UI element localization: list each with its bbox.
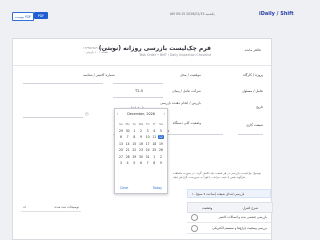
page-title: فرم چک‌لیست بازرسی روزانه (نوبتی) — [98, 45, 211, 52]
calendar-day[interactable]: 29 — [118, 129, 124, 133]
weekday-label: We — [138, 122, 144, 127]
calendar-day[interactable]: 2 — [138, 129, 144, 133]
status-checkbox[interactable] — [191, 225, 198, 232]
calendar-day[interactable]: 28 — [125, 155, 131, 159]
left-col-code: کد — [23, 204, 27, 209]
header-label: ظاهر ماشه — [244, 48, 262, 52]
calendar-day[interactable]: 8 — [151, 161, 157, 165]
left-table-header: کد توضیحات ثبت شده — [21, 202, 81, 212]
weekday-label: Mo — [125, 122, 130, 127]
attach-pdf-button[interactable]: پیوست PDF — [12, 12, 34, 21]
inspector-label: بازرس / انجام دهنده بازرسی — [160, 101, 201, 105]
calendar-day[interactable]: 25 — [151, 148, 157, 152]
col-status: وضعیت — [202, 205, 213, 210]
calendar-day[interactable]: 17 — [145, 142, 151, 146]
contractor-value[interactable]: T2-5 — [135, 89, 143, 93]
calendar-day[interactable]: 8 — [131, 135, 137, 139]
calendar-day[interactable]: 10 — [145, 135, 151, 139]
location-label: موقعیت / محل — [179, 73, 201, 77]
calendar-day[interactable]: 2 — [158, 155, 164, 159]
calendar-day[interactable]: 29 — [131, 155, 137, 159]
calendar-icon[interactable]: ◷ — [85, 111, 89, 116]
status-checkbox[interactable] — [191, 214, 198, 221]
calendar-day[interactable]: 30 — [138, 155, 144, 159]
instruction-note: توضیح: چک‌لیست بازرسی در هر شیفت باید تک… — [173, 171, 261, 179]
calendar-day[interactable]: 21 — [125, 148, 131, 152]
calendar-day[interactable]: 31 — [145, 155, 151, 159]
calendar-day[interactable]: 7 — [125, 135, 131, 139]
chevron-left-icon[interactable]: ‹ — [117, 112, 118, 116]
calendar-day[interactable]: 9 — [158, 161, 164, 165]
chevron-right-icon[interactable]: › — [164, 112, 165, 116]
weekday-label: Fr — [152, 122, 156, 127]
calendar-day[interactable]: 23 — [138, 148, 144, 152]
calendar-day[interactable]: 16 — [138, 142, 144, 146]
calendar-day[interactable]: 1 — [131, 129, 137, 133]
calendar-day[interactable]: 27 — [118, 155, 124, 159]
table-row: بررسی وضعیت چراغ‌ها و سیستم الکتریکی — [187, 222, 271, 234]
divider — [113, 97, 163, 98]
contractor-label: شرکت عامل / پیمان — [172, 89, 201, 93]
calendar-day[interactable]: 26 — [158, 148, 164, 152]
calendar-day[interactable]: 5 — [131, 161, 137, 165]
clear-button[interactable]: Clear — [120, 186, 128, 190]
calendar-day[interactable]: 6 — [138, 161, 144, 165]
calendar-day[interactable]: 15 — [131, 142, 137, 146]
device-status-label: وضعیت کلی دستگاه — [172, 121, 201, 125]
calendar-day[interactable]: 7 — [145, 161, 151, 165]
calendar-day[interactable]: 4 — [151, 129, 157, 133]
week-row: 3456789 — [118, 160, 164, 167]
calendar-day[interactable]: 5 — [158, 129, 164, 133]
calendar-day[interactable]: 19 — [158, 142, 164, 146]
timestamp: AM 09:15 2026/01/15 یکشنبه — [170, 12, 215, 16]
calendar-day[interactable]: 3 — [118, 161, 124, 165]
calendar-day[interactable]: 20 — [118, 148, 124, 152]
calendar-day[interactable]: 3 — [145, 129, 151, 133]
calendar-day[interactable]: 1 — [151, 155, 157, 159]
month-label[interactable]: December, 2026 — [127, 112, 155, 116]
calendar-day[interactable]: 11 — [151, 135, 157, 139]
date-row-label: تاریخ — [256, 105, 263, 109]
calendar-day[interactable]: 14 — [125, 142, 131, 146]
row-text: بررسی وضعیت چراغ‌ها و سیستم الکتریکی — [212, 225, 267, 230]
top-bar: پیوست PDF PDF AM 09:15 2026/01/15 یکشنبه… — [0, 0, 300, 30]
calendar-day[interactable]: 12 — [157, 135, 164, 140]
page-subtitle: Task Order • BMT / Daily Inspection Chec… — [139, 53, 211, 57]
calendar-day[interactable]: 4 — [125, 161, 131, 165]
calendar-day[interactable]: 30 — [125, 129, 131, 133]
row-text: بازرسی چشمی بدنه و اتصالات کانتینر — [218, 214, 267, 219]
location-field[interactable] — [113, 83, 163, 84]
calendar-day[interactable]: 18 — [151, 142, 157, 146]
weekday-label: Sa — [159, 122, 163, 127]
calendar-day[interactable]: 6 — [118, 135, 124, 139]
container-id-label: شماره کانتینر / شناسه — [83, 73, 115, 77]
operator-label: عامل / مسئول — [242, 89, 263, 93]
shift-label: شیفت کاری — [246, 123, 263, 127]
calendar-day[interactable]: 13 — [118, 142, 124, 146]
project-label: پروژه / کارگاه — [243, 73, 263, 77]
inspector-field[interactable] — [23, 117, 83, 118]
datepicker-footer: Clear Today — [115, 183, 167, 193]
left-col-notes: توضیحات ثبت شده — [54, 204, 79, 209]
weekday-label: Su — [119, 122, 123, 127]
pdf-button[interactable]: PDF — [34, 12, 48, 19]
container-id-field[interactable] — [23, 83, 103, 84]
brand-logo: iDaily / Shift — [259, 11, 294, 17]
calendar-grid: Su Mo Tu We Th Fr Sa 29 30 1 2 3 4 5 6 7 8 9 10 11 12 13 14 15 1… — [118, 121, 164, 167]
calendar-day[interactable]: 22 — [131, 148, 137, 152]
calendar-day[interactable]: 9 — [138, 135, 144, 139]
datepicker: ‹ December, 2026 › Su Mo Tu We Th Fr Sa 29 30 1 2 3… — [114, 108, 168, 194]
card-header: شماره سند: ۱۲۳۴۵۶۷۸۹ نسخه ۰۱ / بازبینی ۰… — [13, 39, 271, 66]
section-notice: ۱- بازرسی ابتدای شیفت (ساعت ۷ صبح) — [187, 189, 271, 198]
col-description: شرح کنترل — [242, 205, 258, 210]
datepicker-header: ‹ December, 2026 › — [115, 109, 167, 119]
weekday-label: Th — [145, 122, 150, 127]
calendar-day[interactable]: 24 — [145, 148, 151, 152]
today-button[interactable]: Today — [153, 186, 162, 190]
shift-field[interactable] — [238, 134, 263, 135]
weekday-label: Tu — [132, 122, 136, 127]
